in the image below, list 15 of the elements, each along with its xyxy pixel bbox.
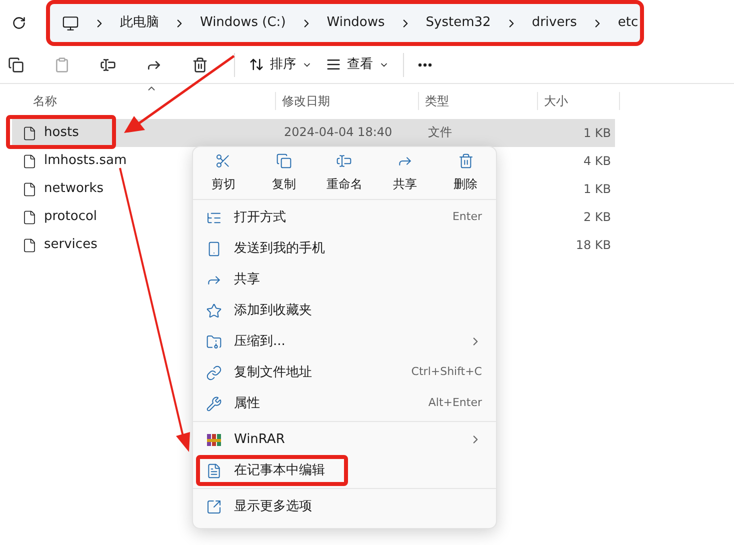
- file-size: 18 KB: [576, 237, 612, 254]
- file-size: 4 KB: [583, 153, 612, 170]
- file-name: services: [44, 237, 98, 252]
- file-name: protocol: [44, 209, 98, 224]
- file-name: lmhosts.sam: [44, 153, 127, 168]
- shortcut-text: Ctrl+Shift+C: [411, 364, 482, 380]
- file-name: networks: [44, 181, 104, 196]
- file-size: 2 KB: [583, 209, 612, 226]
- file-size: 1 KB: [583, 125, 612, 142]
- file-date: 2024-04-04 18:40: [284, 125, 392, 140]
- file-name: hosts: [44, 125, 79, 140]
- file-type: 文件: [428, 125, 452, 140]
- shortcut-text: Enter: [452, 209, 482, 226]
- shortcut-text: Alt+Enter: [428, 395, 482, 412]
- file-size: 1 KB: [583, 181, 612, 198]
